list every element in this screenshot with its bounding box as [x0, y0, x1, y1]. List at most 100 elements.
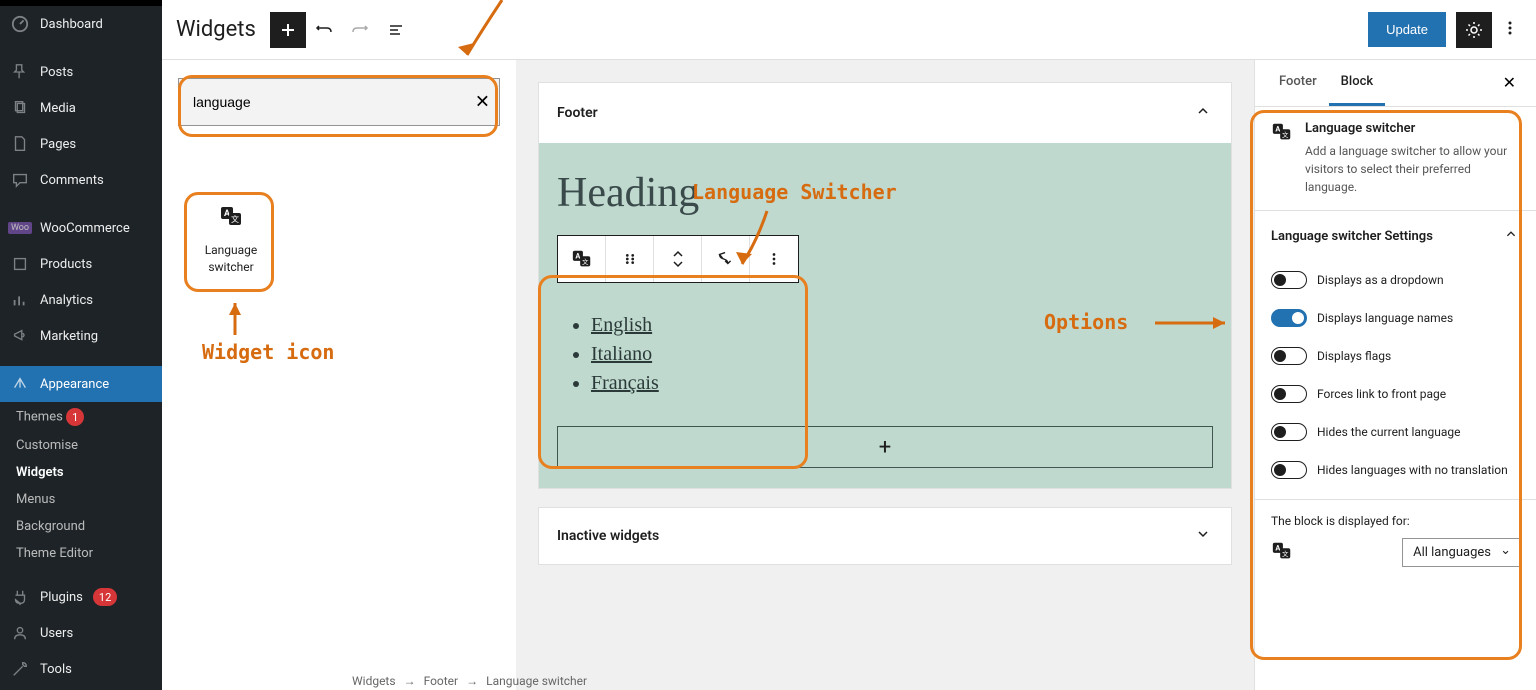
breadcrumb-item[interactable]: Footer [424, 674, 459, 688]
block-description: A文 Language switcher Add a language swit… [1255, 107, 1536, 211]
tab-block[interactable]: Block [1329, 60, 1385, 106]
toggle-row: Displays language names [1255, 299, 1536, 337]
nav-products[interactable]: Products [0, 246, 162, 282]
svg-text:A: A [1275, 125, 1280, 134]
move-block-buttons[interactable] [654, 236, 702, 282]
comment-icon [10, 170, 30, 190]
footer-title: Footer [557, 105, 598, 121]
list-view-button[interactable] [378, 12, 414, 48]
themes-badge: 1 [66, 408, 84, 426]
drag-handle[interactable] [606, 236, 654, 282]
block-options-button[interactable] [750, 236, 798, 282]
display-for-label: The block is displayed for: [1271, 514, 1520, 528]
appearance-icon [10, 374, 30, 394]
subnav-widgets[interactable]: Widgets [0, 459, 162, 486]
block-type-button[interactable]: A文 [558, 236, 606, 282]
nav-label: Tools [40, 662, 72, 677]
nav-label: Media [40, 101, 76, 116]
display-for-select[interactable]: All languages [1402, 538, 1520, 567]
subnav-theme-editor[interactable]: Theme Editor [0, 540, 162, 567]
select-value: All languages [1413, 545, 1491, 560]
footer-panel-toggle[interactable]: Footer [539, 83, 1231, 143]
inactive-panel-toggle[interactable]: Inactive widgets [539, 508, 1231, 564]
toggle-switch[interactable] [1271, 461, 1307, 479]
svg-text:文: 文 [231, 214, 239, 224]
nav-plugins[interactable]: Plugins 12 [0, 579, 162, 615]
subnav-themes[interactable]: Themes 1 [0, 402, 162, 432]
language-link[interactable]: English [591, 314, 652, 336]
heading-block[interactable]: Heading [557, 169, 1213, 217]
clear-search-button[interactable]: ✕ [475, 92, 490, 113]
tab-footer[interactable]: Footer [1267, 60, 1329, 106]
block-result-language-switcher[interactable]: A文 Language switcher [186, 196, 276, 276]
toggle-switch[interactable] [1271, 347, 1307, 365]
editor-topbar: Widgets Update [162, 0, 1536, 60]
nav-label: Pages [40, 137, 76, 152]
nav-posts[interactable]: Posts [0, 54, 162, 90]
toggle-switch[interactable] [1271, 309, 1307, 327]
dashboard-icon [10, 14, 30, 34]
svg-text:文: 文 [1282, 549, 1289, 558]
display-for-section: The block is displayed for: A文 All langu… [1255, 500, 1536, 587]
block-inserter-panel: ✕ A文 Language switcher [162, 60, 516, 690]
nav-pages[interactable]: Pages [0, 126, 162, 162]
toggle-switch[interactable] [1271, 423, 1307, 441]
close-sidebar-button[interactable]: ✕ [1495, 65, 1524, 101]
language-link[interactable]: Français [591, 372, 659, 394]
nav-label: Appearance [40, 377, 109, 392]
undo-button[interactable] [306, 12, 342, 48]
search-input[interactable] [178, 78, 500, 126]
nav-label: WooCommerce [40, 221, 130, 236]
block-toolbar: A文 [557, 235, 799, 283]
subnav-customise[interactable]: Customise [0, 432, 162, 459]
update-button[interactable]: Update [1368, 12, 1446, 47]
language-link[interactable]: Italiano [591, 343, 652, 365]
toggle-label: Hides the current language [1317, 425, 1461, 439]
toggle-row: Forces link to front page [1255, 375, 1536, 413]
nav-users[interactable]: Users [0, 615, 162, 651]
toggle-label: Hides languages with no translation [1317, 463, 1508, 477]
nav-label: Marketing [40, 329, 98, 344]
toggle-switch[interactable] [1271, 385, 1307, 403]
analytics-icon [10, 290, 30, 310]
breadcrumb-item[interactable]: Language switcher [486, 674, 587, 688]
subnav-menus[interactable]: Menus [0, 486, 162, 513]
options-button[interactable] [1498, 12, 1522, 48]
chevron-down-icon [1193, 524, 1213, 548]
nav-media[interactable]: Media [0, 90, 162, 126]
language-list: English Italiano Français [557, 311, 1213, 398]
move-to-button[interactable] [702, 236, 750, 282]
subnav-label: Themes [16, 410, 63, 425]
svg-text:A: A [575, 252, 580, 261]
nav-analytics[interactable]: Analytics [0, 282, 162, 318]
marketing-icon [10, 326, 30, 346]
widget-area-footer: Footer Heading A文 English [538, 82, 1232, 489]
nav-dashboard[interactable]: Dashboard [0, 6, 162, 42]
editor-main: Widgets Update ✕ A文 Language switcher [162, 0, 1536, 690]
widget-area-inactive: Inactive widgets [538, 507, 1232, 565]
nav-marketing[interactable]: Marketing [0, 318, 162, 354]
toggle-label: Forces link to front page [1317, 387, 1446, 401]
nav-woocommerce[interactable]: WooWooCommerce [0, 210, 162, 246]
toggle-row: Hides the current language [1255, 413, 1536, 451]
inactive-title: Inactive widgets [557, 528, 659, 544]
nav-comments[interactable]: Comments [0, 162, 162, 198]
editor-canvas: Footer Heading A文 English [516, 60, 1254, 690]
add-block-button[interactable] [270, 12, 306, 48]
toggle-row: Hides languages with no translation [1255, 451, 1536, 489]
nav-label: Products [40, 257, 92, 272]
breadcrumb-item[interactable]: Widgets [352, 674, 396, 688]
page-title: Widgets [176, 17, 256, 42]
pin-icon [10, 62, 30, 82]
nav-tools[interactable]: Tools [0, 651, 162, 687]
redo-button[interactable] [342, 12, 378, 48]
nav-appearance[interactable]: Appearance [0, 366, 162, 402]
block-appender[interactable]: + [557, 426, 1213, 468]
settings-title: Language switcher Settings [1271, 229, 1433, 244]
subnav-background[interactable]: Background [0, 513, 162, 540]
language-switcher-icon: A文 [1271, 540, 1293, 566]
chevron-up-icon [1193, 101, 1213, 125]
settings-panel-toggle[interactable]: Language switcher Settings [1255, 211, 1536, 261]
toggle-switch[interactable] [1271, 271, 1307, 289]
settings-button[interactable] [1456, 12, 1492, 48]
